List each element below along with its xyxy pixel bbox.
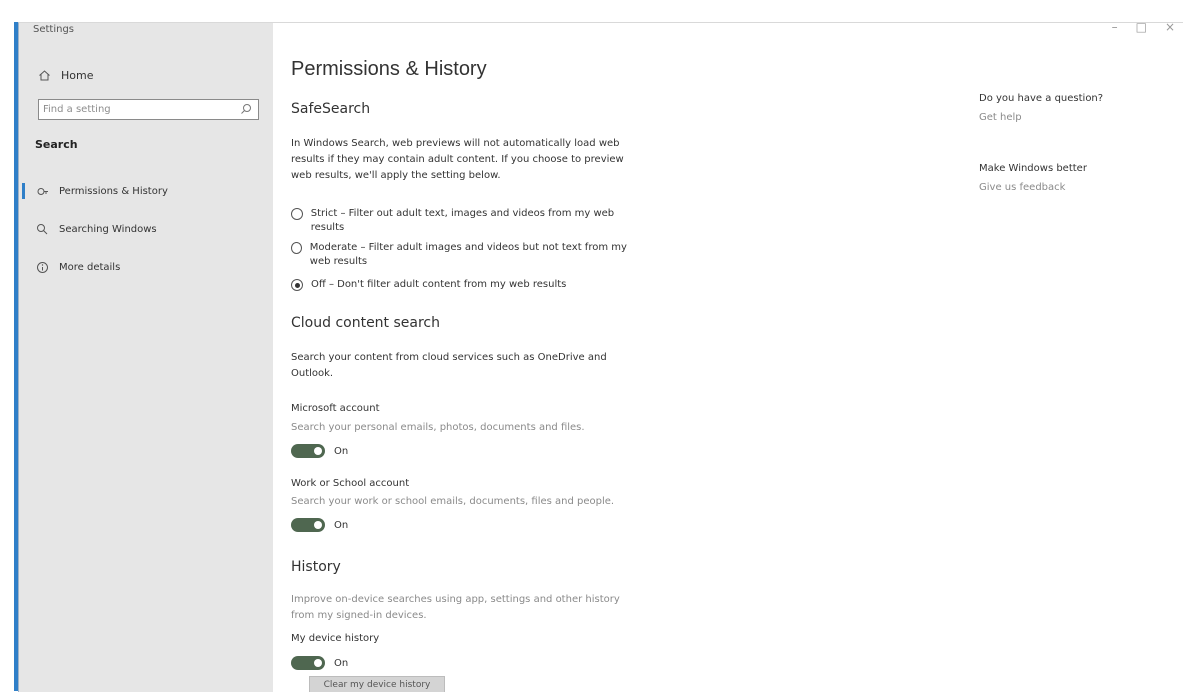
toggle-state-label: On bbox=[334, 445, 349, 457]
radio-label-off: Off – Don't filter adult content from my… bbox=[311, 279, 567, 290]
radio-moderate[interactable] bbox=[291, 242, 302, 254]
settings-search-input[interactable] bbox=[39, 101, 237, 118]
sidebar: Settings Home Search Permissions & Histo… bbox=[19, 23, 273, 692]
radio-strict[interactable] bbox=[291, 208, 303, 220]
sidebar-item-permissions-history[interactable]: Permissions & History bbox=[19, 179, 273, 203]
radio-off[interactable] bbox=[291, 279, 303, 291]
device-history-toggle-row[interactable]: On bbox=[291, 656, 348, 670]
permissions-icon bbox=[35, 184, 49, 198]
safesearch-title: SafeSearch bbox=[291, 101, 371, 117]
search-icon bbox=[35, 222, 49, 236]
device-history-label: My device history bbox=[291, 633, 380, 644]
microsoft-account-label: Microsoft account bbox=[291, 403, 380, 414]
question-heading: Do you have a question? bbox=[979, 93, 1104, 104]
microsoft-account-toggle[interactable] bbox=[291, 444, 325, 458]
safesearch-description: In Windows Search, web previews will not… bbox=[291, 138, 624, 181]
history-description: Improve on-device searches using app, se… bbox=[291, 594, 620, 621]
radio-label-strict: Strict – Filter out adult text, images a… bbox=[310, 208, 615, 233]
toggle-state-label: On bbox=[334, 519, 349, 531]
safesearch-strict-option[interactable]: Strict – Filter out adult text, images a… bbox=[291, 207, 641, 235]
work-school-account-label: Work or School account bbox=[291, 478, 410, 489]
sidebar-item-label: Permissions & History bbox=[59, 185, 168, 197]
microsoft-account-toggle-row[interactable]: On bbox=[291, 444, 348, 458]
info-icon bbox=[35, 260, 49, 274]
feedback-heading: Make Windows better bbox=[979, 163, 1087, 174]
window-controls: – □ × bbox=[1112, 23, 1175, 34]
close-button[interactable]: × bbox=[1165, 23, 1175, 34]
cloud-content-title: Cloud content search bbox=[291, 315, 440, 331]
home-icon bbox=[37, 68, 51, 82]
get-help-link[interactable]: Get help bbox=[979, 112, 1159, 123]
cloud-content-description: Search your content from cloud services … bbox=[291, 352, 607, 379]
sidebar-item-searching-windows[interactable]: Searching Windows bbox=[19, 217, 273, 241]
help-panel: Do you have a question? Get help Make Wi… bbox=[979, 93, 1159, 233]
maximize-button[interactable]: □ bbox=[1136, 23, 1147, 34]
home-label: Home bbox=[61, 68, 94, 82]
sidebar-item-label: More details bbox=[59, 261, 121, 273]
app-title: Settings bbox=[33, 24, 75, 35]
give-feedback-link[interactable]: Give us feedback bbox=[979, 182, 1159, 193]
sidebar-item-label: Searching Windows bbox=[59, 223, 157, 235]
search-icon[interactable] bbox=[238, 101, 254, 117]
clear-device-history-button[interactable]: Clear my device history bbox=[309, 676, 445, 692]
toggle-state-label: On bbox=[334, 657, 349, 669]
section-label-search: Search bbox=[35, 138, 78, 151]
main-content: Permissions & History SafeSearch In Wind… bbox=[291, 23, 951, 692]
safesearch-moderate-option[interactable]: Moderate – Filter adult images and video… bbox=[291, 241, 641, 269]
safesearch-off-option[interactable]: Off – Don't filter adult content from my… bbox=[291, 278, 641, 292]
sidebar-item-more-details[interactable]: More details bbox=[19, 255, 273, 279]
device-history-toggle[interactable] bbox=[291, 656, 325, 670]
work-school-account-toggle-row[interactable]: On bbox=[291, 518, 348, 532]
work-school-account-description: Search your work or school emails, docum… bbox=[291, 496, 615, 507]
page-title: Permissions & History bbox=[291, 58, 487, 80]
settings-window: Settings Home Search Permissions & Histo… bbox=[18, 22, 1183, 692]
work-school-account-toggle[interactable] bbox=[291, 518, 325, 532]
radio-label-moderate: Moderate – Filter adult images and video… bbox=[309, 242, 627, 267]
settings-search-box[interactable] bbox=[38, 99, 259, 120]
history-title: History bbox=[291, 559, 341, 575]
home-nav-item[interactable]: Home bbox=[37, 65, 93, 85]
minimize-button[interactable]: – bbox=[1112, 23, 1118, 34]
microsoft-account-description: Search your personal emails, photos, doc… bbox=[291, 422, 585, 433]
